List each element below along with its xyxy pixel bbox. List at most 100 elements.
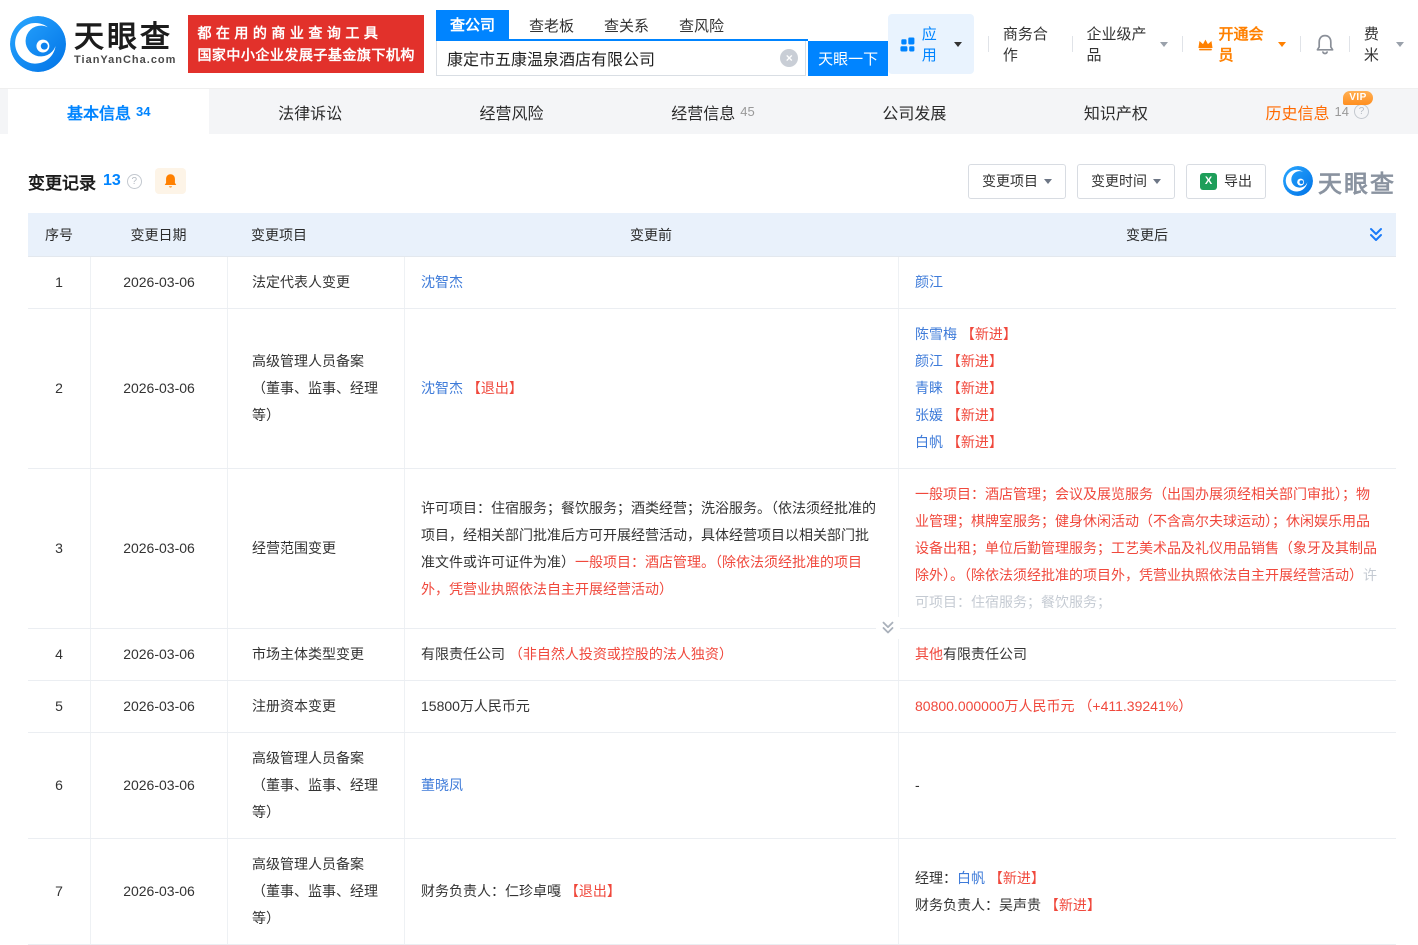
nav-tab-1[interactable]: 法律诉讼 — [209, 89, 410, 134]
nav-tab-label: 基本信息 — [67, 100, 131, 124]
cell-line: 白帆 【新进】 — [915, 429, 1380, 456]
entity-link[interactable]: 白帆 — [915, 434, 943, 450]
search-input[interactable] — [436, 41, 806, 76]
search-tab-0[interactable]: 查公司 — [436, 10, 509, 39]
cell-line: 有限责任公司 （非自然人投资或控股的法人独资） — [421, 641, 882, 668]
search-area: 查公司查老板查关系查风险 × 天眼一下 — [436, 12, 888, 76]
entity-link[interactable]: 董晓凤 — [421, 777, 463, 793]
help-icon[interactable]: ? — [127, 174, 142, 189]
search-button[interactable]: 天眼一下 — [808, 41, 888, 76]
nav-tab-label: 法律诉讼 — [278, 100, 342, 124]
nav-tab-0[interactable]: 基本信息34 — [8, 89, 209, 134]
nav-tab-3[interactable]: 经营信息45 — [612, 89, 813, 134]
nav-tab-label: 公司发展 — [882, 100, 946, 124]
entity-link[interactable]: 白帆 — [957, 870, 985, 886]
entity-link[interactable]: 张媛 — [915, 407, 943, 423]
search-tab-3[interactable]: 查风险 — [677, 12, 726, 39]
nav-tab-label: 历史信息 — [1266, 100, 1330, 124]
cell-line: 青睐 【新进】 — [915, 375, 1380, 402]
notifications-bell-icon[interactable] — [1315, 34, 1335, 55]
table-row: 52026-03-06注册资本变更15800万人民币元80800.000000万… — [28, 681, 1396, 733]
change-item: 高级管理人员备案（董事、监事、经理等） — [227, 309, 404, 468]
change-item: 高级管理人员备案（董事、监事、经理等） — [227, 733, 404, 838]
cell-text: 【退出】 — [565, 883, 621, 899]
cell-text: 【新进】 — [943, 380, 1003, 396]
cell-line: - — [915, 772, 1380, 799]
table-row: 42026-03-06市场主体类型变更有限责任公司 （非自然人投资或控股的法人独… — [28, 629, 1396, 681]
cell-line: 董晓凤 — [421, 772, 882, 799]
entity-link[interactable]: 陈雪梅 — [915, 326, 957, 342]
search-tab-2[interactable]: 查关系 — [602, 12, 651, 39]
cell-line: 张媛 【新进】 — [915, 402, 1380, 429]
cell-line: 其他有限责任公司 — [915, 641, 1380, 668]
cell-line: 财务负责人：吴声贵 【新进】 — [915, 892, 1380, 919]
cell-line: 一般项目：酒店管理；会议及展览服务（出国办展须经相关部门审批）；物业管理；棋牌室… — [915, 481, 1380, 616]
cell-text: 【新进】 — [957, 326, 1017, 342]
table-header-row: 序号变更日期变更项目变更前变更后 — [28, 213, 1396, 257]
entity-link[interactable]: 沈智杰 — [421, 380, 463, 396]
open-vip-button[interactable]: 开通会员 — [1197, 23, 1286, 65]
nav-tab-5[interactable]: 知识产权 — [1015, 89, 1216, 134]
chevron-down-icon — [1153, 179, 1161, 188]
nav-tab-6[interactable]: 历史信息14?VIP — [1217, 89, 1418, 134]
change-after: 一般项目：酒店管理；会议及展览服务（出国办展须经相关部门审批）；物业管理；棋牌室… — [898, 469, 1396, 628]
apps-grid-icon — [900, 36, 915, 53]
crown-icon — [1197, 37, 1214, 52]
help-icon[interactable]: ? — [1354, 104, 1369, 119]
cell-text: （非自然人投资或控股的法人独资） — [509, 646, 733, 662]
filter-change-item-dropdown[interactable]: 变更项目 — [968, 164, 1066, 199]
change-item: 经营范围变更 — [227, 469, 404, 628]
change-item: 注册资本变更 — [227, 681, 404, 732]
change-item: 法定代表人变更 — [227, 257, 404, 308]
table-row: 12026-03-06法定代表人变更沈智杰颜江 — [28, 257, 1396, 309]
change-date: 2026-03-06 — [90, 309, 227, 468]
entity-link[interactable]: 颜江 — [915, 274, 943, 290]
change-item: 高级管理人员备案（董事、监事、经理等） — [227, 839, 404, 944]
entity-link[interactable]: 颜江 — [915, 353, 943, 369]
banner-line2: 国家中小企业发展子基金旗下机构 — [197, 44, 415, 66]
row-number: 1 — [28, 257, 90, 308]
col-header-1: 变更日期 — [90, 225, 227, 245]
change-records-table: 序号变更日期变更项目变更前变更后 12026-03-06法定代表人变更沈智杰颜江… — [28, 213, 1396, 945]
col-header-3: 变更前 — [404, 225, 898, 245]
cell-text: 【新进】 — [985, 870, 1045, 886]
col-header-4: 变更后 — [898, 225, 1396, 245]
expand-row-icon[interactable] — [876, 617, 900, 639]
cell-text: 其他 — [915, 646, 943, 662]
search-tab-1[interactable]: 查老板 — [527, 12, 576, 39]
nav-tab-4[interactable]: 公司发展 — [814, 89, 1015, 134]
entity-link[interactable]: 沈智杰 — [421, 274, 463, 290]
chevron-down-icon — [1160, 42, 1168, 51]
row-number: 5 — [28, 681, 90, 732]
divider — [1182, 36, 1183, 52]
row-number: 7 — [28, 839, 90, 944]
cell-line: 沈智杰 — [421, 269, 882, 296]
filter-change-time-dropdown[interactable]: 变更时间 — [1077, 164, 1175, 199]
change-after: 80800.000000万人民币元 （+411.39241%） — [898, 681, 1396, 732]
row-number: 2 — [28, 309, 90, 468]
change-after: 颜江 — [898, 257, 1396, 308]
apps-menu[interactable]: 应用 — [888, 14, 974, 74]
expand-all-icon[interactable] — [1366, 225, 1386, 245]
export-button[interactable]: X 导出 — [1186, 164, 1266, 199]
change-before: 15800万人民币元 — [404, 681, 898, 732]
cell-line: 财务负责人：仁珍卓嘎 【退出】 — [421, 878, 882, 905]
nav-tab-label: 知识产权 — [1084, 100, 1148, 124]
cell-text: 【新进】 — [943, 434, 1003, 450]
subscribe-bell-button[interactable] — [155, 168, 186, 194]
tianyancha-logo-icon — [10, 16, 66, 72]
nav-tab-2[interactable]: 经营风险 — [411, 89, 612, 134]
cell-text: 财务负责人：仁珍卓嘎 — [421, 883, 565, 899]
entity-link[interactable]: 青睐 — [915, 380, 943, 396]
section-toolbar: 变更记录 13 ? 变更项目 变更时间 X 导出 天眼查 — [28, 163, 1396, 199]
chevron-down-icon — [1396, 42, 1404, 51]
menu-item-enterprise[interactable]: 企业级产品 — [1087, 23, 1168, 65]
change-date: 2026-03-06 — [90, 681, 227, 732]
tianyancha-logo[interactable]: 天眼查 TianYanCha.com — [10, 16, 176, 72]
cell-text: 财务负责人：吴声贵 — [915, 897, 1045, 913]
table-row: 72026-03-06高级管理人员备案（董事、监事、经理等）财务负责人：仁珍卓嘎… — [28, 839, 1396, 945]
cell-line: 陈雪梅 【新进】 — [915, 321, 1380, 348]
change-after: 陈雪梅 【新进】颜江 【新进】青睐 【新进】张媛 【新进】白帆 【新进】 — [898, 309, 1396, 468]
user-menu[interactable]: 费米 — [1364, 23, 1404, 65]
menu-item-business[interactable]: 商务合作 — [1003, 23, 1058, 65]
